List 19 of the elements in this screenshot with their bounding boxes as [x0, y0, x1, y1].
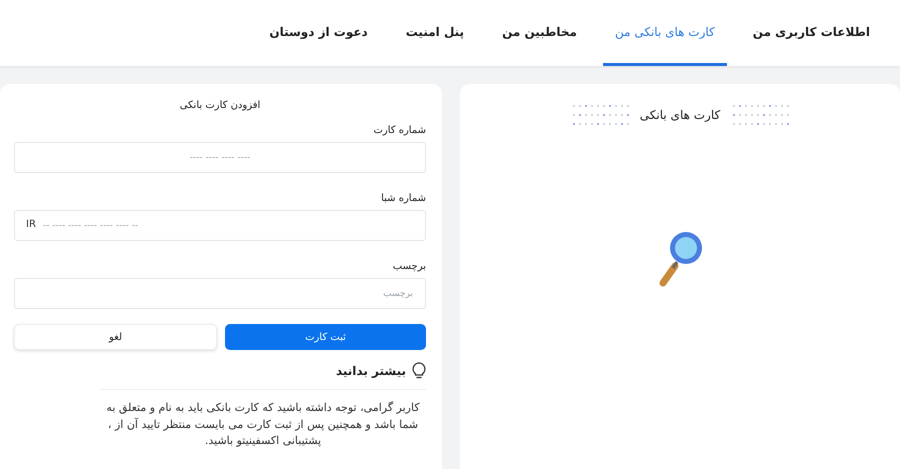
cancel-button[interactable]: لغو [14, 324, 217, 350]
tab[interactable]: دعوت از دوستان [257, 0, 380, 66]
tab[interactable]: اطلاعات کاربری من [740, 0, 882, 66]
form-title: افزودن کارت بانکی [178, 100, 262, 111]
submit-button[interactable]: ثبت کارت [225, 324, 426, 350]
tab[interactable]: کارت های بانکی من [602, 0, 727, 66]
panel-title: کارت های بانکی [640, 108, 720, 122]
input-field[interactable]: برچسب [14, 278, 426, 309]
field-prefix: IR [26, 219, 36, 231]
lightbulb-icon [412, 362, 426, 379]
info-text: کاربر گرامی، توجه داشته باشید که کارت بانکی باید به نام و متعلق به شما باشد و همچنین پس از ثبت کارت می بایست منتظر تایید آن از ، پشتیبانی اکسفینیتو باشید. [105, 400, 421, 449]
field-label: شماره کارت [372, 125, 426, 136]
info-heading: بیشتر بدانید [336, 364, 406, 378]
field-label: شماره شبا [380, 193, 426, 204]
tab[interactable]: مخاطبین من [490, 0, 589, 66]
dots-decoration-icon [730, 102, 790, 128]
tab[interactable]: پنل امنیت [394, 0, 476, 66]
field-label: برچسب [392, 261, 426, 272]
input-field[interactable]: ---- ---- ---- ---- [14, 142, 426, 173]
